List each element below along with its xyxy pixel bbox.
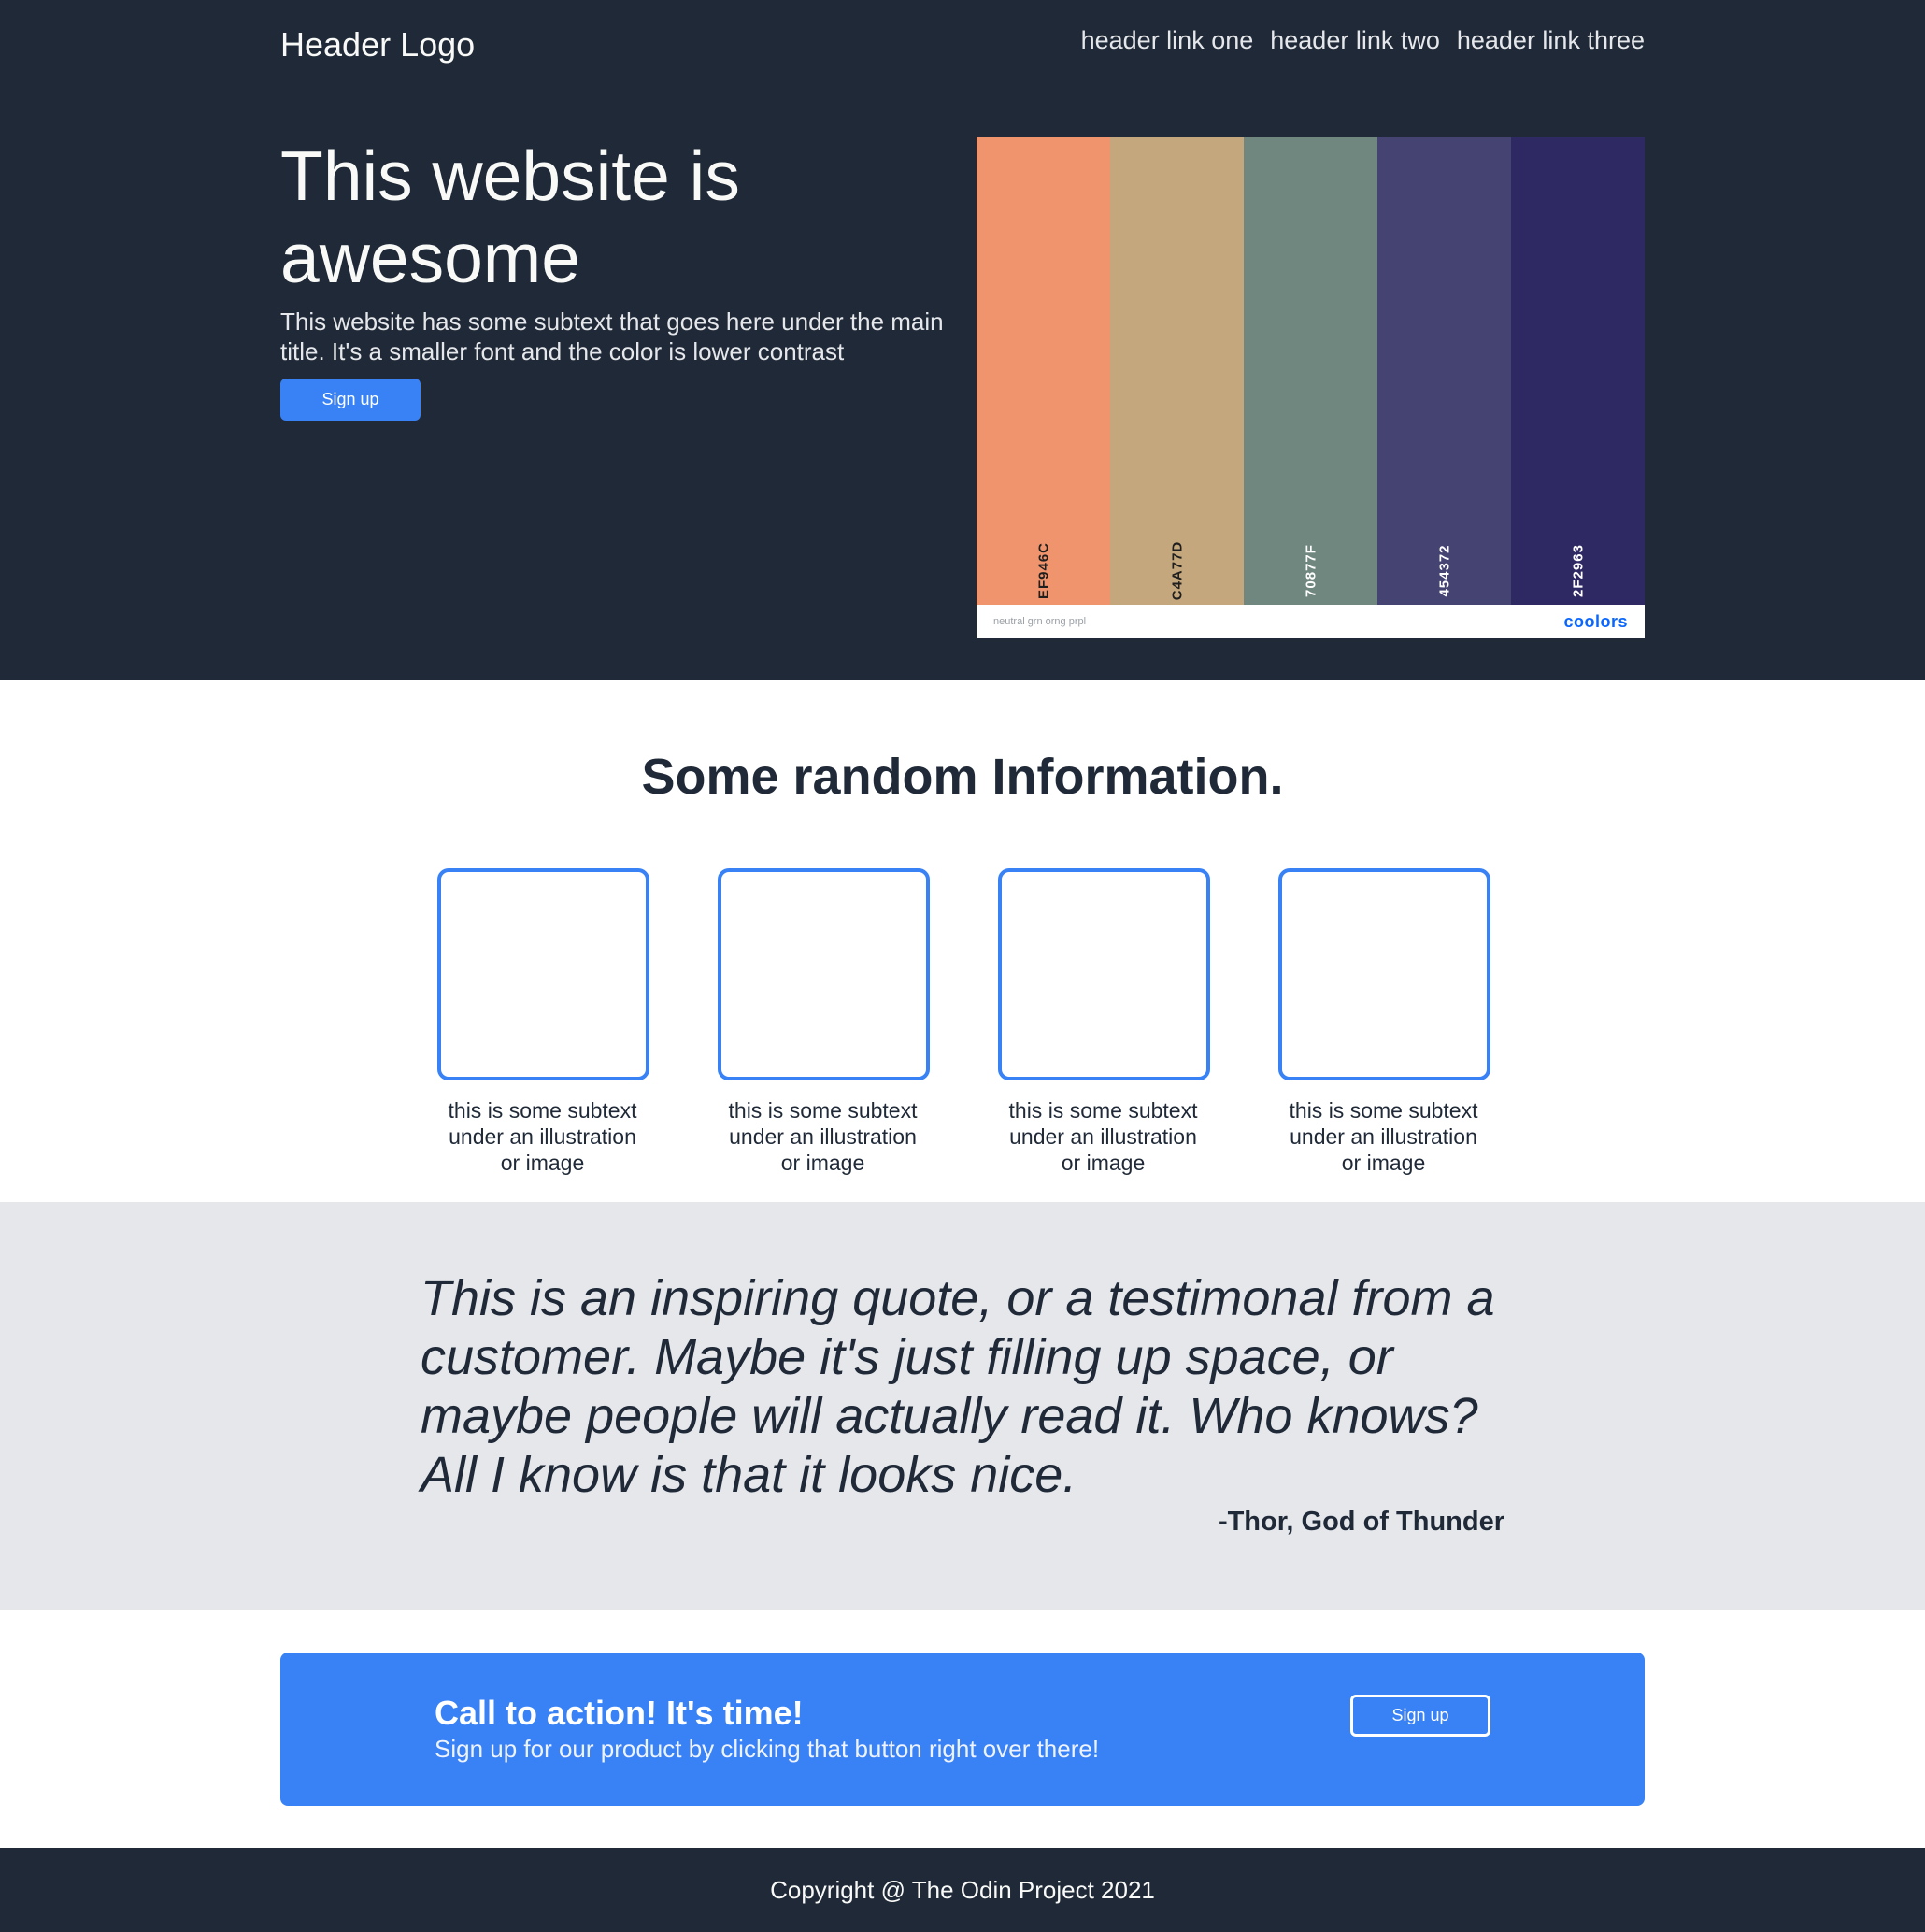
card-subtext: this is some subtext under an illustrati… <box>448 1098 637 1175</box>
coolors-logo: coolors <box>1563 611 1628 631</box>
header-link-three[interactable]: header link three <box>1457 26 1645 55</box>
color-palette-image: EF946C C4A77D 70877F 454372 2F2963 neutral g… <box>977 137 1645 638</box>
palette-swatch: EF946C <box>977 137 1110 605</box>
cta-title: Call to action! It's time! <box>435 1694 804 1732</box>
palette-swatch: 70877F <box>1244 137 1377 605</box>
card-image-placeholder <box>1278 868 1490 1080</box>
cta-signup-button[interactable]: Sign up <box>1350 1695 1490 1737</box>
swatch-hex-text: C4A77D <box>1169 540 1185 601</box>
info-title: Some random Information. <box>641 749 1284 805</box>
card-image-placeholder <box>718 868 930 1080</box>
hero-signup-button[interactable]: Sign up <box>280 379 421 421</box>
swatch-hex-text: 2F2963 <box>1570 544 1586 597</box>
palette-swatch: 2F2963 <box>1511 137 1645 605</box>
palette-name: neutral grn orng prpl <box>993 616 1087 627</box>
swatch-hex-text: 454372 <box>1436 544 1452 597</box>
palette-swatch: C4A77D <box>1110 137 1244 605</box>
hero-section: Header Logo header link one header link … <box>0 0 1925 680</box>
palette-footer: neutral grn orng prpl coolors <box>977 605 1645 638</box>
swatch-hex-text: EF946C <box>1035 541 1051 600</box>
card-subtext: this is some subtext under an illustrati… <box>1289 1098 1478 1175</box>
card-subtext: this is some subtext under an illustrati… <box>1008 1098 1198 1175</box>
cta-subtext: Sign up for our product by clicking that… <box>435 1735 1100 1763</box>
palette-swatch: 454372 <box>1377 137 1511 605</box>
info-cards: this is some subtext under an illustrati… <box>437 868 1490 1176</box>
header-nav: header link one header link two header l… <box>1081 26 1645 55</box>
quote-section: This is an inspiring quote, or a testimo… <box>0 1202 1925 1610</box>
header-logo[interactable]: Header Logo <box>280 25 475 64</box>
hero-subtext: This website has some subtext that goes … <box>280 308 944 365</box>
quote-text: This is an inspiring quote, or a testimo… <box>421 1270 1495 1503</box>
footer-copyright: Copyright @ The Odin Project 2021 <box>770 1875 1155 1904</box>
info-card: this is some subtext under an illustrati… <box>1278 868 1490 1176</box>
header-link-one[interactable]: header link one <box>1081 26 1254 55</box>
call-to-action: Call to action! It's time! Sign up for o… <box>280 1653 1645 1806</box>
footer: Copyright @ The Odin Project 2021 <box>0 1848 1925 1932</box>
quote-author: -Thor, God of Thunder <box>1218 1507 1504 1537</box>
card-image-placeholder <box>998 868 1210 1080</box>
swatch-hex-text: 70877F <box>1303 544 1319 597</box>
info-card: this is some subtext under an illustrati… <box>718 868 930 1176</box>
card-subtext: this is some subtext under an illustrati… <box>728 1098 918 1175</box>
info-card: this is some subtext under an illustrati… <box>437 868 649 1176</box>
info-card: this is some subtext under an illustrati… <box>998 868 1210 1176</box>
palette-swatches: EF946C C4A77D 70877F 454372 2F2963 <box>977 137 1645 605</box>
hero-title: This website is awesome <box>280 136 740 297</box>
header-link-two[interactable]: header link two <box>1270 26 1440 55</box>
card-image-placeholder <box>437 868 649 1080</box>
